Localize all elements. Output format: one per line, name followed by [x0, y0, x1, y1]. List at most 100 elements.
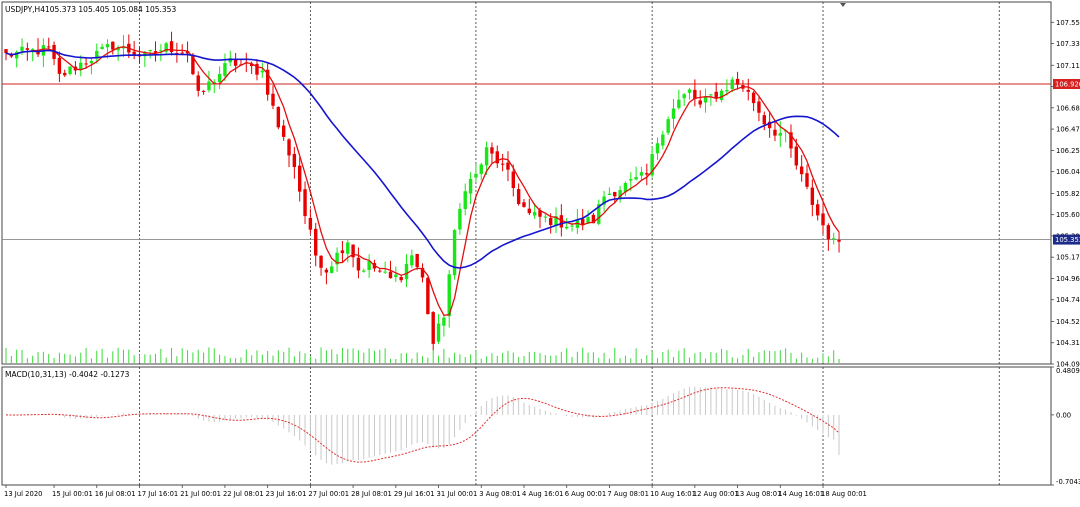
candle-body: [436, 323, 441, 342]
candle-body: [47, 46, 51, 48]
candle-body: [271, 93, 275, 106]
candle-body: [383, 271, 387, 273]
candle-body: [68, 66, 72, 74]
candle-body: [394, 274, 398, 278]
symbol-label: USDJPY,H4: [5, 5, 45, 14]
candle-body: [79, 62, 83, 70]
candle-body: [57, 57, 62, 74]
trading-chart[interactable]: 107.550107.335107.115106.900106.685106.4…: [0, 0, 1080, 503]
candle-body: [725, 89, 729, 92]
candle-body: [84, 63, 88, 65]
candle-body: [260, 70, 265, 73]
candle-body: [287, 139, 291, 156]
candle-body: [709, 94, 713, 96]
time-tick-label: 7 Aug 08:01: [607, 490, 649, 498]
candle-body: [677, 99, 681, 108]
candle-body: [490, 147, 494, 154]
candle-body: [837, 240, 841, 242]
candle-body: [388, 271, 393, 279]
candle-body: [719, 90, 724, 101]
candle-body: [506, 162, 510, 170]
candle-body: [207, 81, 211, 91]
candle-body: [452, 230, 457, 276]
candle-body: [714, 91, 718, 99]
candle-body: [4, 49, 8, 54]
price-tick-label: 105.175: [1056, 254, 1080, 262]
price-tick-label: 107.115: [1056, 62, 1080, 70]
price-tag-label: 105.353: [1055, 236, 1080, 244]
time-axis: 13 Jul 2020 15 Jul 00:01 16 Jul 08:01 17 Ju…: [4, 485, 867, 498]
price-tick-label: 106.685: [1056, 104, 1080, 112]
macd-pane-frame: [1, 366, 1052, 486]
price-tick-label: 107.550: [1056, 19, 1080, 27]
macd-axis: 0.4809 0.00 -0.7043: [1051, 366, 1080, 486]
candle-body: [810, 187, 815, 205]
candle-body: [25, 48, 30, 50]
price-tick-label: 104.310: [1056, 339, 1080, 347]
candle-body: [645, 173, 649, 175]
price-tick-label: 104.525: [1056, 318, 1080, 326]
macd-label: MACD(10,31,13) -0.4042 -0.1273: [5, 370, 130, 379]
candle-body: [89, 60, 94, 64]
price-tick-label: 107.335: [1056, 40, 1080, 48]
candle-body: [303, 189, 307, 217]
candle-body: [276, 106, 281, 128]
candle-body: [762, 115, 766, 125]
candle-body: [148, 50, 152, 52]
candle-body: [346, 242, 350, 254]
time-tick-label: 13 Jul 2020: [4, 490, 42, 498]
time-tick-label: 12 Aug 00:01: [693, 490, 739, 498]
candle-body: [687, 89, 692, 93]
candle-body: [463, 191, 467, 210]
candle-body: [666, 119, 670, 133]
macd-tick-label: -0.7043: [1056, 478, 1080, 486]
candle-body: [340, 250, 345, 254]
time-tick-label: 16 Jul 08:01: [95, 490, 136, 498]
candle-body: [378, 270, 382, 272]
candle-body: [613, 192, 617, 197]
candle-body: [682, 94, 686, 99]
candle-body: [730, 79, 734, 89]
time-tick-label: 10 Aug 16:01: [650, 490, 696, 498]
candle-body: [233, 59, 238, 66]
candle-body: [223, 63, 227, 76]
time-tick-label: 18 Aug 00:01: [821, 490, 867, 498]
time-tick-label: 14 Aug 16:01: [778, 490, 824, 498]
candle-body: [655, 143, 660, 154]
candle-body: [314, 228, 318, 256]
candle-body: [105, 44, 110, 48]
candle-body: [330, 266, 334, 273]
price-tick-label: 106.470: [1056, 126, 1080, 134]
price-tick-label: 105.820: [1056, 190, 1080, 198]
candle-body: [217, 73, 222, 83]
candle-body: [805, 173, 809, 187]
time-tick-label: 17 Jul 16:01: [138, 490, 179, 498]
price-axis: 107.550107.335107.115106.900106.685106.4…: [1051, 19, 1080, 369]
candle-body: [799, 166, 804, 175]
price-tick-label: 106.040: [1056, 168, 1080, 176]
candle-body: [778, 133, 782, 136]
candle-body: [527, 208, 532, 214]
candle-body: [516, 189, 521, 204]
macd-tick-label: 0.4809: [1056, 367, 1080, 375]
candle-body: [821, 213, 825, 226]
time-tick-label: 4 Aug 16:01: [522, 490, 564, 498]
price-tick-label: 104.745: [1056, 296, 1080, 304]
time-tick-label: 3 Aug 08:01: [479, 490, 521, 498]
candle-body: [532, 212, 537, 216]
time-tick-label: 31 Jul 00:01: [437, 490, 478, 498]
time-tick-label: 6 Aug 00:01: [565, 490, 607, 498]
chart-canvas[interactable]: 107.550107.335107.115106.900106.685106.4…: [0, 0, 1080, 503]
candle-body: [399, 277, 403, 281]
candle-body: [639, 172, 644, 176]
candle-body: [415, 253, 419, 267]
candle-body: [548, 218, 553, 226]
candle-body: [607, 193, 612, 196]
macd-tick-label: 0.00: [1056, 411, 1071, 419]
candle-body: [794, 146, 799, 166]
candle-body: [196, 75, 200, 91]
candle-body: [661, 134, 665, 146]
time-tick-label: 22 Jul 08:01: [223, 490, 264, 498]
candle-body: [746, 89, 750, 92]
candle-body: [442, 317, 446, 326]
